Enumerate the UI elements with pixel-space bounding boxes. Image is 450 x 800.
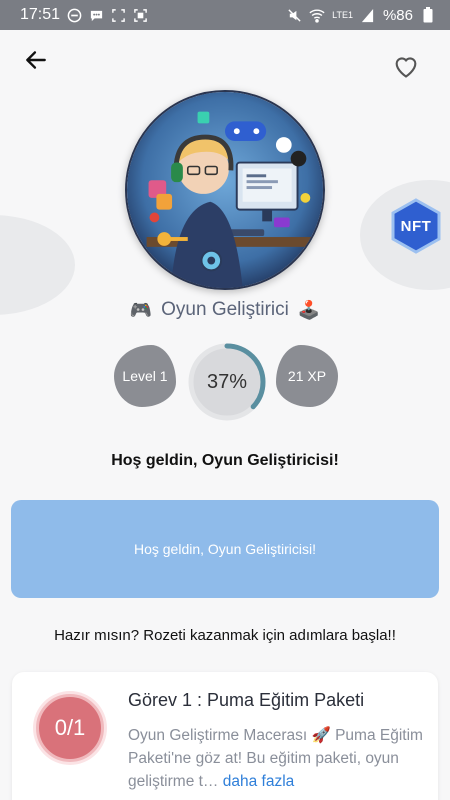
nft-label: NFT: [400, 217, 432, 235]
welcome-card: Hoş geldin, Oyun Geliştiricisi!: [11, 500, 439, 598]
signal-icon: [360, 7, 376, 23]
do-not-disturb-icon: [66, 7, 82, 23]
battery-level: %86: [382, 6, 413, 24]
badge-detail-screen: NFT 🎮 Oyun Geliştirici 🕹️ Level 1 37% 21…: [0, 30, 450, 800]
task-description: Oyun Geliştirme Macerası 🚀 Puma Eğitim P…: [128, 724, 424, 793]
mute-icon: [286, 7, 302, 23]
badge-name: Oyun Geliştirici: [161, 299, 289, 320]
favorite-button[interactable]: [388, 48, 424, 84]
badge-title: 🎮 Oyun Geliştirici 🕹️: [0, 298, 450, 322]
network-label: LTE1: [332, 10, 353, 20]
joystick-emoji-icon: 🕹️: [297, 299, 321, 320]
screenshot-frame-icon: [110, 7, 126, 23]
gamepad-emoji-icon: 🎮: [129, 299, 153, 320]
read-more-link[interactable]: daha fazla: [223, 773, 295, 790]
battery-icon: [420, 7, 436, 23]
level-label: Level 1: [122, 368, 168, 384]
task-progress-badge: 0/1: [36, 694, 104, 762]
status-bar: 17:51 LTE1 %86: [0, 0, 450, 30]
nft-badge-button[interactable]: NFT: [390, 198, 442, 254]
arrow-left-icon: [26, 51, 46, 69]
progress-percent: 37%: [206, 370, 248, 393]
screen-record-icon: [132, 7, 148, 23]
task-title: Görev 1 : Puma Eğitim Paketi: [128, 690, 365, 710]
task-card[interactable]: 0/1 Görev 1 : Puma Eğitim Paketi Oyun Ge…: [12, 672, 438, 800]
level-indicator: Level 1: [114, 345, 176, 407]
badge-avatar-image: [125, 90, 325, 290]
back-button[interactable]: [18, 42, 54, 78]
xp-label: 21 XP: [287, 368, 327, 384]
ready-prompt: Hazır mısın? Rozeti kazanmak için adımla…: [54, 627, 396, 644]
heart-outline-icon: [395, 57, 417, 78]
welcome-heading: Hoş geldin, Oyun Geliştiricisi!: [111, 452, 339, 469]
xp-indicator: 21 XP: [276, 345, 338, 407]
status-time: 17:51: [20, 6, 61, 23]
welcome-card-text: Hoş geldin, Oyun Geliştiricisi!: [133, 541, 317, 557]
wifi-icon: [309, 7, 325, 23]
chat-icon: [88, 7, 104, 23]
